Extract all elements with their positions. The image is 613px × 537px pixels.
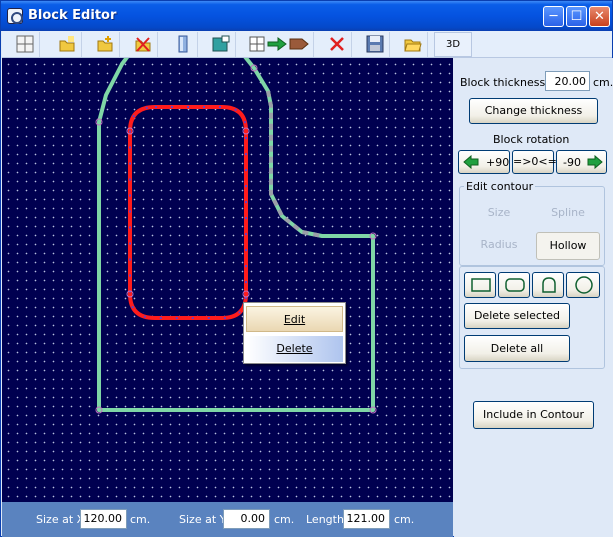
hollow-button[interactable]: Hollow [536,232,600,260]
save-icon [366,35,384,53]
rotate-plus-90-button[interactable]: +90 [458,150,510,174]
rotate-minus-label: -90 [563,156,581,169]
maximize-icon: ☐ [570,9,583,24]
grid-icon [16,35,34,53]
close-icon: ✕ [594,9,605,24]
include-in-contour-button[interactable]: Include in Contour [473,401,594,429]
delete-button[interactable] [322,32,352,57]
shape-group: Delete selected Delete all [459,266,605,369]
delete-selected-button[interactable]: Delete selected [464,303,570,329]
minimize-button[interactable]: ─ [543,6,564,27]
context-menu: Edit Delete [243,302,346,364]
size-y-label: Size at Y [179,513,227,526]
side-panel: Block thickness 20.00 cm. Change thickne… [454,58,613,537]
delete-icon [330,37,344,51]
circle-shape-icon [575,276,593,294]
rounded-rectangle-shape-button[interactable] [498,272,530,298]
export-arrow-icon [249,36,309,52]
size-x-label: Size at X [36,513,85,526]
size-y-field[interactable]: 0.00 [223,509,270,529]
rotate-plus-label: +90 [486,156,510,169]
column-button[interactable] [168,32,198,57]
export-block-button[interactable] [246,32,314,57]
arch-shape-icon [542,277,556,293]
arrow-left-icon [463,155,479,169]
inner-contour-selection [129,106,247,319]
context-edit-label: Edit [283,313,306,326]
size-x-field[interactable]: 120.00 [80,509,127,529]
spline-button[interactable]: Spline [536,201,600,227]
arch-shape-button[interactable] [532,272,564,298]
rotation-label: Block rotation [493,133,570,146]
size-x-unit: cm. [130,513,151,526]
thickness-label: Block thickness [460,76,546,89]
toolbar: 3D [2,31,612,58]
drawing-canvas[interactable]: Edit Delete [2,58,453,502]
change-thickness-button[interactable]: Change thickness [469,98,598,124]
circle-shape-button[interactable] [566,272,600,298]
rectangle-shape-button[interactable] [464,272,496,298]
rotate-minus-90-button[interactable]: -90 [556,150,607,174]
minimize-icon: ─ [549,9,558,24]
edit-contour-title: Edit contour [464,180,536,193]
status-bar: Size at X 120.00 cm. Size at Y 0.00 cm. … [2,502,453,537]
edit-contour-group: Edit contour Size Spline Radius Hollow [459,180,605,266]
maximize-button[interactable]: ☐ [566,6,587,27]
new-folder-icon [59,36,75,52]
column-icon [178,35,188,53]
size-y-unit: cm. [274,513,295,526]
arrow-right-icon [587,155,603,169]
thickness-unit: cm. [593,76,613,89]
delete-folder-button[interactable] [128,32,158,57]
context-delete-label: Delete [276,342,313,355]
delete-all-button[interactable]: Delete all [464,335,570,362]
length-field[interactable]: 121.00 [343,509,390,529]
context-menu-edit[interactable]: Edit [246,306,343,332]
inner-contour[interactable] [128,105,248,320]
thickness-field[interactable]: 20.00 [545,71,590,91]
add-folder-button[interactable] [90,32,120,57]
delete-folder-icon [135,37,151,52]
length-label: Length [306,513,344,526]
image-icon [212,35,230,52]
rotate-zero-button[interactable]: =>0<= [512,150,557,174]
rectangle-shape-icon [471,278,491,292]
rounded-rectangle-shape-icon [505,278,525,292]
open-folder-button[interactable] [398,32,428,57]
selected-contour-segment[interactable] [266,90,323,238]
app-icon [7,8,23,24]
close-button[interactable]: ✕ [589,6,610,27]
window-title: Block Editor [28,8,117,23]
size-button[interactable]: Size [464,201,534,227]
new-folder-button[interactable] [52,32,82,57]
open-folder-icon [404,39,422,52]
block-editor-window: Block Editor ─ ☐ ✕ 3D Edit Delete Size a… [0,0,613,537]
title-bar[interactable]: Block Editor ─ ☐ ✕ [1,1,612,31]
grid-tool-button[interactable] [10,32,40,57]
context-menu-delete[interactable]: Delete [246,336,343,362]
save-button[interactable] [360,32,390,57]
view-3d-button[interactable]: 3D [434,32,472,57]
length-unit: cm. [394,513,415,526]
add-folder-icon [97,36,113,52]
radius-button[interactable]: Radius [464,233,534,259]
image-button[interactable] [206,32,236,57]
